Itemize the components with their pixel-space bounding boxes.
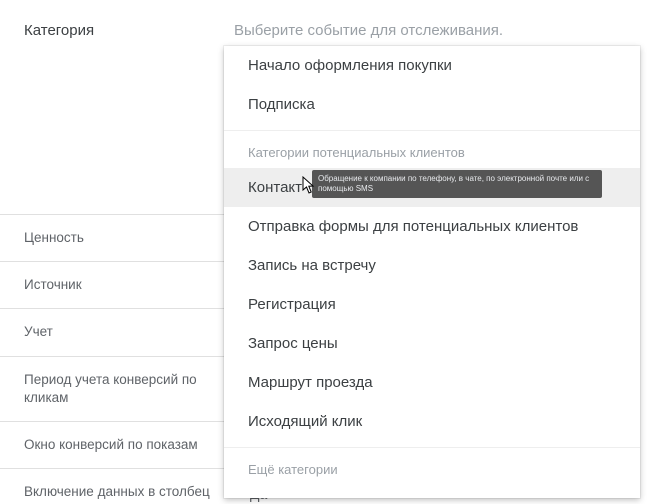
dropdown-scroll[interactable]: Начало оформления покупки Подписка Катег… (224, 46, 640, 498)
dropdown-item-label: Контакт (248, 179, 302, 196)
dropdown-item-contact[interactable]: Контакт Обращение к компании по телефону… (224, 168, 640, 207)
dropdown-item-directions[interactable]: Маршрут проезда (224, 363, 640, 402)
dropdown-group-leads-header: Категории потенциальных клиентов (224, 130, 640, 168)
dropdown-item-signup[interactable]: Регистрация (224, 285, 640, 324)
dropdown-item-subscribe[interactable]: Подписка (224, 85, 640, 124)
settings-row-include[interactable]: Включение данных в столбец "Конверсии" (0, 468, 232, 504)
dropdown-item-appointment[interactable]: Запись на встречу (224, 246, 640, 285)
contact-tooltip: Обращение к компании по телефону, в чате… (312, 170, 602, 198)
dropdown-item-page-view[interactable]: Просмотр страницы (224, 485, 640, 498)
settings-row-source[interactable]: Источник (0, 261, 232, 308)
dropdown-item-lead-form[interactable]: Отправка формы для потенциальных клиенто… (224, 207, 640, 246)
dropdown-item-outbound-click[interactable]: Исходящий клик (224, 402, 640, 441)
category-select-placeholder[interactable]: Выберите событие для отслеживания. (234, 22, 503, 39)
category-dropdown: Начало оформления покупки Подписка Катег… (224, 46, 640, 498)
dropdown-group-more-header: Ещё категории (224, 447, 640, 485)
settings-row-click-window[interactable]: Период учета конверсий по кликам (0, 356, 232, 421)
settings-row-count[interactable]: Учет (0, 308, 232, 355)
dropdown-item-price-request[interactable]: Запрос цены (224, 324, 640, 363)
settings-row-value[interactable]: Ценность (0, 214, 232, 261)
dropdown-item-begin-checkout[interactable]: Начало оформления покупки (224, 46, 640, 85)
settings-row-view-window[interactable]: Окно конверсий по показам (0, 421, 232, 468)
settings-column: Ценность Источник Учет Период учета конв… (0, 0, 232, 504)
